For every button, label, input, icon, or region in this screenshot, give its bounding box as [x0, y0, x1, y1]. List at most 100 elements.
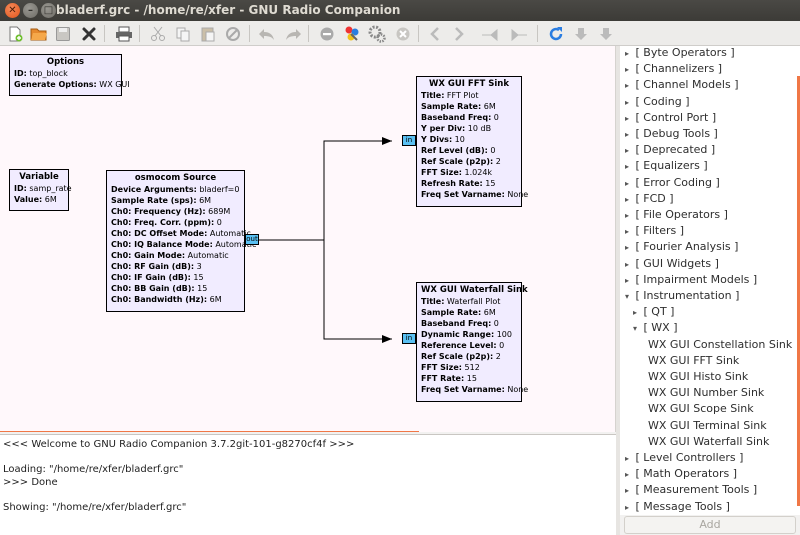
- expander-closed-icon[interactable]: ▸: [622, 240, 632, 256]
- maximize-icon: □: [43, 4, 54, 16]
- tree-category-item[interactable]: ▾ [ WX ]: [630, 320, 678, 336]
- connection-wire-waterfall[interactable]: [259, 239, 392, 340]
- close-file-button[interactable]: [78, 23, 100, 44]
- expander-closed-icon[interactable]: ▸: [622, 78, 632, 94]
- tree-category-item[interactable]: ▸ [ Measurement Tools ]: [622, 482, 757, 498]
- execute-button[interactable]: [366, 23, 388, 44]
- redo-button[interactable]: [282, 23, 304, 44]
- rotate-left-button[interactable]: [424, 23, 446, 44]
- undo-button[interactable]: [256, 23, 278, 44]
- bypass-button[interactable]: [507, 23, 529, 44]
- tree-block-item[interactable]: WX GUI Terminal Sink: [648, 418, 767, 434]
- tree-category-item[interactable]: ▸ [ Channel Models ]: [622, 77, 739, 93]
- tree-category-item[interactable]: ▸ [ FCD ]: [622, 191, 674, 207]
- console-log[interactable]: <<< Welcome to GNU Radio Companion 3.7.2…: [0, 434, 616, 535]
- window-close-button[interactable]: ✕: [5, 3, 20, 18]
- tree-category-item[interactable]: ▸ [ Error Coding ]: [622, 175, 720, 191]
- canvas-horizontal-scrollbar[interactable]: [0, 431, 419, 432]
- enable-button[interactable]: [480, 23, 502, 44]
- expander-closed-icon[interactable]: ▸: [622, 111, 632, 127]
- paste-button[interactable]: [197, 23, 219, 44]
- expander-closed-icon[interactable]: ▸: [622, 62, 632, 78]
- expander-closed-icon[interactable]: ▸: [622, 95, 632, 111]
- expander-closed-icon[interactable]: ▸: [630, 305, 640, 321]
- waterfall-sink-block[interactable]: WX GUI Waterfall Sink Title: Waterfall P…: [416, 282, 528, 402]
- open-button[interactable]: [28, 23, 50, 44]
- expander-closed-icon[interactable]: ▸: [622, 257, 632, 273]
- tree-category-item[interactable]: ▸ [ Impairment Models ]: [622, 272, 757, 288]
- disable-button[interactable]: [316, 23, 338, 44]
- tree-block-item[interactable]: WX GUI FFT Sink: [648, 353, 739, 369]
- block-library-tree[interactable]: ▸ [ Byte Operators ] ▸ [ Channelizers ] ▸ …: [620, 46, 800, 515]
- tree-category-item[interactable]: ▸ [ Message Tools ]: [622, 499, 730, 515]
- block-param: Ref Level (dB): 0: [421, 146, 496, 155]
- tree-category-item[interactable]: ▸ [ Channelizers ]: [622, 61, 722, 77]
- new-button[interactable]: [4, 23, 26, 44]
- expander-closed-icon[interactable]: ▸: [622, 451, 632, 467]
- tree-category-item[interactable]: ▸ [ GUI Widgets ]: [622, 256, 719, 272]
- tree-category-item[interactable]: ▸ [ Math Operators ]: [622, 466, 737, 482]
- tree-block-item[interactable]: WX GUI Number Sink: [648, 385, 764, 401]
- block-param: Ch0: Frequency (Hz): 689M: [111, 207, 231, 216]
- expander-closed-icon[interactable]: ▸: [622, 273, 632, 289]
- tree-category-item[interactable]: ▸ [ Equalizers ]: [622, 158, 708, 174]
- flowgraph-canvas[interactable]: Options ID: top_block Generate Options: …: [0, 46, 616, 432]
- help-button[interactable]: [595, 23, 617, 44]
- tree-category-item[interactable]: ▸ [ Coding ]: [622, 94, 690, 111]
- osmocom-out-port[interactable]: out: [245, 234, 259, 245]
- tree-category-item[interactable]: ▾ [ Instrumentation ]: [622, 288, 739, 304]
- find-button[interactable]: [570, 23, 592, 44]
- save-button[interactable]: [52, 23, 74, 44]
- kill-button[interactable]: [392, 23, 414, 44]
- expander-closed-icon[interactable]: ▸: [622, 500, 632, 515]
- connection-wire-fft[interactable]: [259, 140, 392, 241]
- expander-closed-icon[interactable]: ▸: [622, 208, 632, 224]
- expander-closed-icon[interactable]: ▸: [622, 159, 632, 175]
- rotate-right-button[interactable]: [448, 23, 470, 44]
- add-block-button[interactable]: Add: [624, 516, 796, 534]
- expander-open-icon[interactable]: ▾: [630, 321, 640, 337]
- expander-closed-icon[interactable]: ▸: [622, 176, 632, 192]
- tree-category-item[interactable]: ▸ [ Fourier Analysis ]: [622, 239, 738, 255]
- fft-sink-block[interactable]: WX GUI FFT Sink Title: FFT Plot Sample R…: [416, 76, 528, 207]
- tree-category-item[interactable]: ▸ [ Control Port ]: [622, 110, 716, 126]
- window-minimize-button[interactable]: –: [23, 3, 38, 18]
- tree-category-item[interactable]: ▸ [ QT ]: [630, 304, 674, 320]
- print-button[interactable]: [113, 23, 135, 44]
- tree-block-item[interactable]: WX GUI Waterfall Sink: [648, 434, 769, 450]
- tree-category-item[interactable]: ▸ [ Level Controllers ]: [622, 450, 743, 466]
- expander-closed-icon[interactable]: ▸: [622, 224, 632, 240]
- copy-button[interactable]: [172, 23, 194, 44]
- delete-button[interactable]: [222, 23, 244, 44]
- tree-item-label: WX GUI Terminal Sink: [648, 418, 767, 432]
- expander-open-icon[interactable]: ▾: [622, 289, 632, 305]
- expander-closed-icon[interactable]: ▸: [622, 143, 632, 159]
- variable-block[interactable]: Variable ID: samp_rate Value: 6M: [9, 169, 72, 211]
- tree-category-item[interactable]: ▸ [ Filters ]: [622, 223, 684, 239]
- window-maximize-button[interactable]: □: [41, 3, 56, 18]
- tree-block-item[interactable]: WX GUI Scope Sink: [648, 401, 754, 417]
- expander-closed-icon[interactable]: ▸: [622, 192, 632, 208]
- reload-button[interactable]: [545, 23, 567, 44]
- tree-category-item[interactable]: ▸ [ File Operators ]: [622, 207, 728, 223]
- tree-category-item[interactable]: ▸ [ Deprecated ]: [622, 142, 715, 158]
- cut-button[interactable]: [147, 23, 169, 44]
- disable-icon: [320, 27, 334, 40]
- options-block[interactable]: Options ID: top_block Generate Options: …: [9, 54, 130, 96]
- tree-block-item[interactable]: WX GUI Histo Sink: [648, 369, 748, 385]
- tree-block-item[interactable]: WX GUI Constellation Sink: [648, 337, 792, 353]
- generate-button[interactable]: [341, 23, 363, 44]
- window-title: bladerf.grc - /home/re/xfer - GNU Radio …: [56, 3, 401, 17]
- rotate-left-icon: [430, 26, 439, 41]
- reload-icon: [549, 26, 563, 40]
- expander-closed-icon[interactable]: ▸: [622, 467, 632, 483]
- tree-category-item[interactable]: ▸ [ Debug Tools ]: [622, 126, 718, 142]
- fft-in-port[interactable]: in: [402, 135, 416, 146]
- block-param: Title: FFT Plot: [421, 91, 479, 100]
- expander-closed-icon[interactable]: ▸: [622, 127, 632, 143]
- osmocom-source-block[interactable]: osmocom Source Device Arguments: bladerf…: [106, 170, 256, 312]
- waterfall-in-port[interactable]: in: [402, 333, 416, 344]
- tree-category-item[interactable]: ▸ [ Byte Operators ]: [622, 46, 735, 61]
- expander-closed-icon[interactable]: ▸: [622, 483, 632, 499]
- expander-closed-icon[interactable]: ▸: [622, 46, 632, 62]
